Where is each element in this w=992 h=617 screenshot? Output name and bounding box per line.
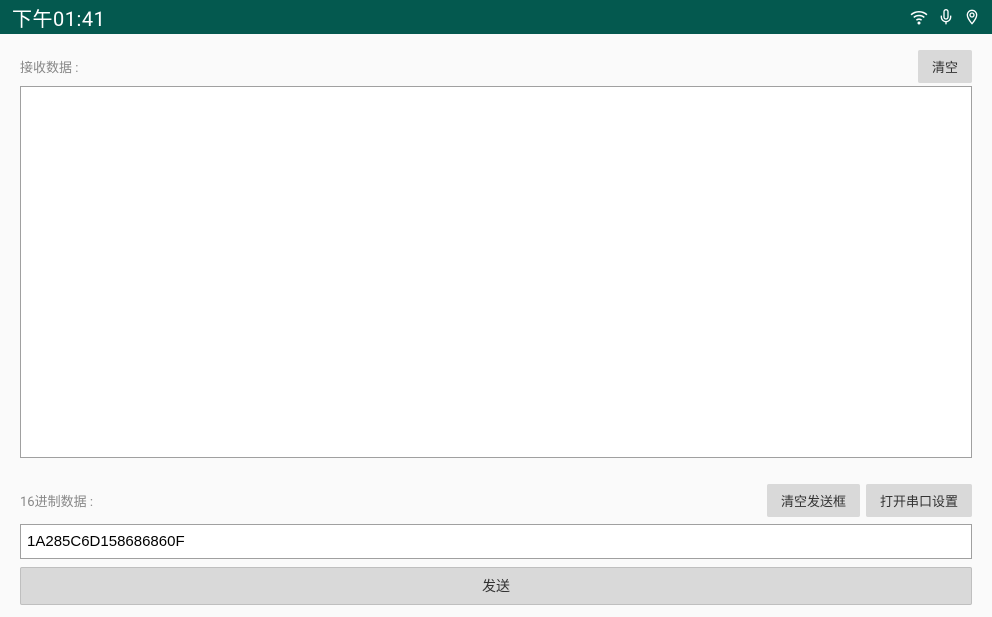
clear-send-button[interactable]: 清空发送框 <box>767 484 860 517</box>
main-content: 接收数据 : 清空 16进制数据 : 清空发送框 打开串口设置 发送 <box>0 34 992 617</box>
receive-textarea[interactable] <box>20 86 972 458</box>
hex-buttons: 清空发送框 打开串口设置 <box>767 484 972 517</box>
receive-header: 接收数据 : 清空 <box>20 52 972 80</box>
location-icon <box>964 9 980 25</box>
send-button[interactable]: 发送 <box>20 567 972 605</box>
status-time: 下午01:41 <box>12 3 105 32</box>
mic-icon <box>938 9 954 25</box>
open-serial-button[interactable]: 打开串口设置 <box>866 484 972 517</box>
clear-button[interactable]: 清空 <box>918 50 972 83</box>
status-icons <box>910 8 980 26</box>
hex-input[interactable] <box>20 524 972 559</box>
wifi-icon <box>910 8 928 26</box>
receive-label: 接收数据 : <box>20 57 78 76</box>
hex-section: 16进制数据 : 清空发送框 打开串口设置 发送 <box>20 486 972 605</box>
status-bar: 下午01:41 <box>0 0 992 34</box>
hex-header: 16进制数据 : 清空发送框 打开串口设置 <box>20 486 972 514</box>
hex-label: 16进制数据 : <box>20 491 93 510</box>
